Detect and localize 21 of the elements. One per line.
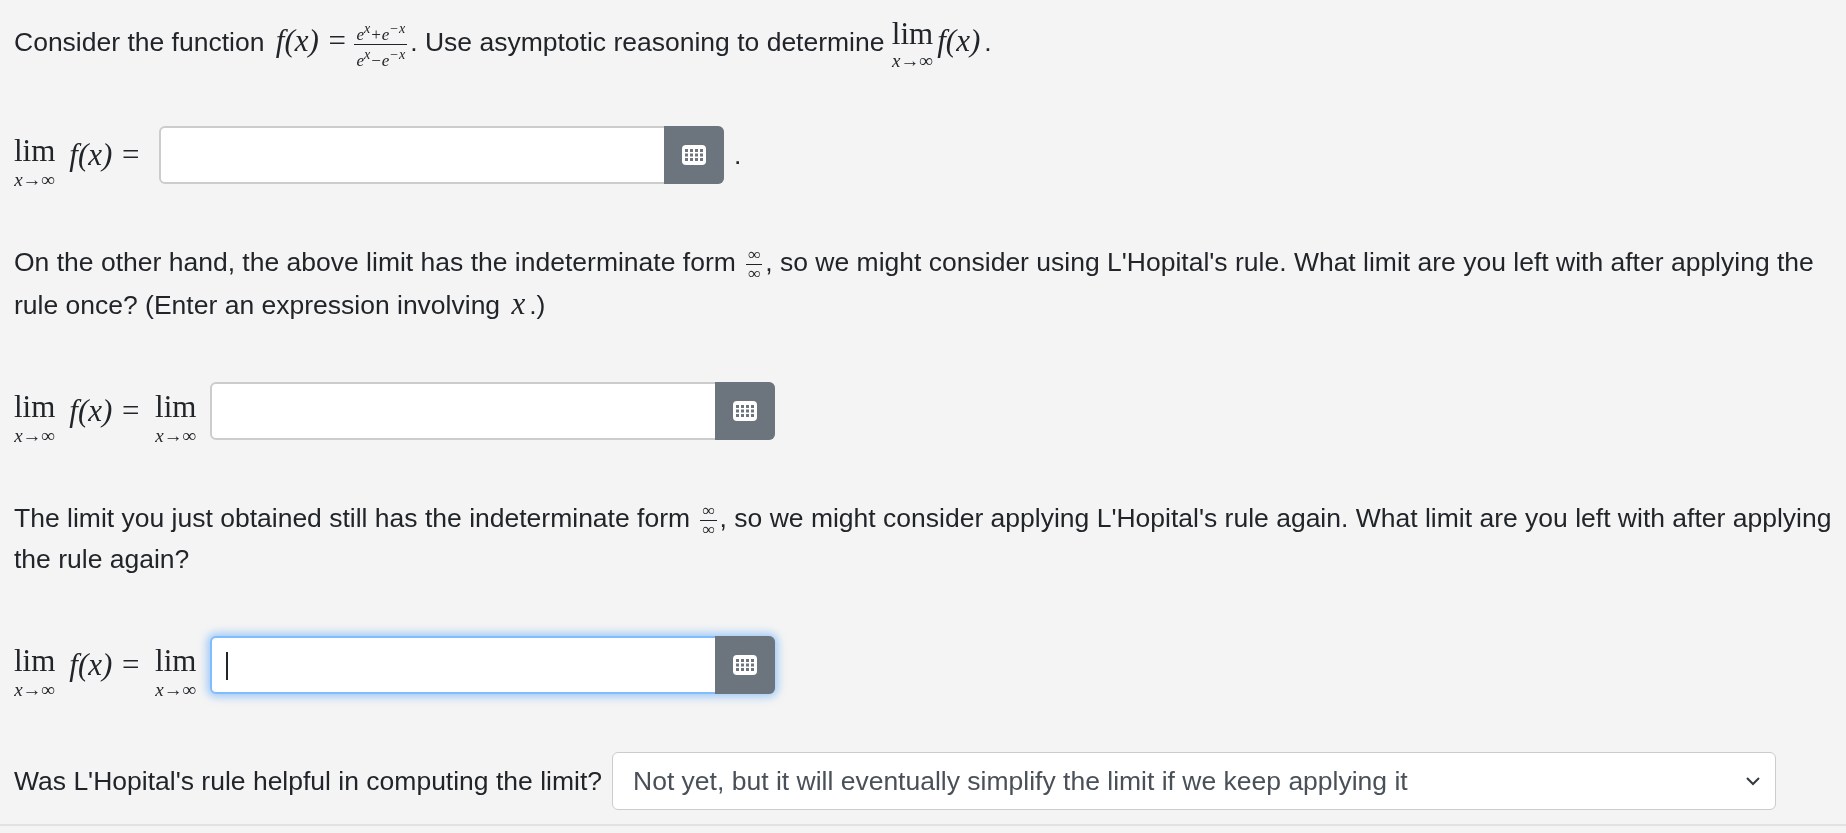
keypad-button[interactable] — [664, 126, 725, 184]
limit-operator: lim x→∞ — [14, 391, 56, 445]
answer-field[interactable] — [210, 382, 776, 440]
limit-operator: lim x→∞ — [155, 391, 197, 445]
chevron-down-icon — [1745, 776, 1761, 786]
limit-operator: lim x→∞ — [155, 645, 197, 699]
question-text: Was L'Hopital's rule helpful in computing the limit? — [14, 765, 602, 797]
limit-operator: lim x→∞ — [14, 135, 56, 189]
keypad-icon — [732, 654, 759, 676]
keypad-button[interactable] — [715, 382, 776, 440]
answer-field[interactable] — [210, 636, 776, 694]
keypad-icon — [732, 400, 759, 422]
math-expression: f(x) = — [68, 393, 143, 429]
answer-field[interactable] — [159, 126, 725, 184]
limit-operator: lim x→∞ — [14, 645, 56, 699]
math-expression: f(x) = — [68, 137, 143, 173]
answer-dropdown[interactable]: Not yet, but it will eventually simplify the limit if we keep applying it — [612, 752, 1776, 810]
keypad-icon — [681, 144, 708, 166]
keypad-button[interactable] — [715, 636, 776, 694]
math-expression: f(x) = — [68, 647, 143, 683]
period-text: . — [734, 139, 742, 171]
